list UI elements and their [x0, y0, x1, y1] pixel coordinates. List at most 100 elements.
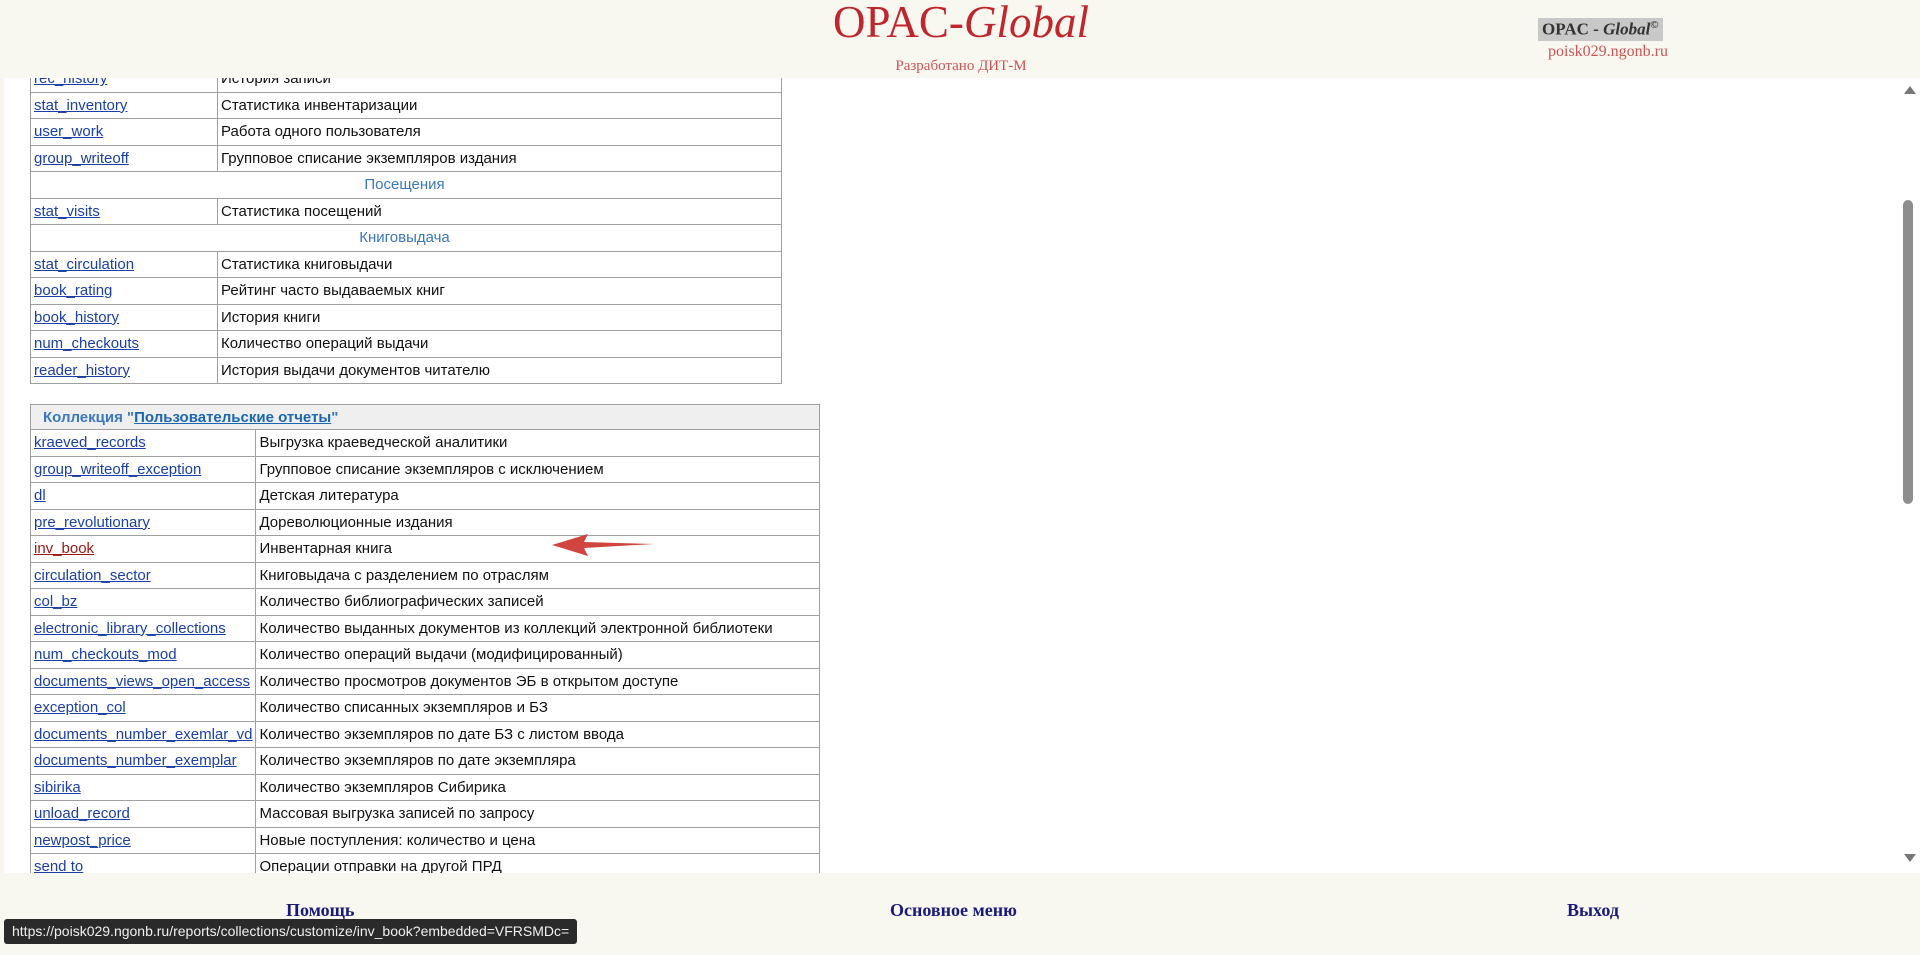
report-link[interactable]: documents_views_open_access [34, 673, 250, 690]
report-link[interactable]: rec_history [34, 78, 107, 87]
report-row: send to Операции отправки на другой ПРД [29, 853, 820, 873]
report-code-cell: newpost_price [29, 826, 257, 854]
report-link[interactable]: sibirika [34, 779, 81, 796]
reports-content: rec_history История записи stat_inventory С… [4, 78, 1900, 873]
report-code-cell: documents_number_exemplar [29, 747, 257, 775]
report-link[interactable]: num_checkouts [34, 335, 139, 352]
report-description: Выгрузка краеведческой аналитики [255, 429, 820, 457]
report-link[interactable]: dl [34, 487, 46, 504]
red-arrow-annotation [552, 534, 654, 556]
report-link[interactable]: pre_revolutionary [34, 514, 150, 531]
reports-table-custom: Коллекция "Пользовательские отчеты" krae… [29, 404, 820, 873]
report-code-cell: inv_book [29, 535, 257, 563]
report-row: documents_views_open_access Количество пр… [29, 667, 820, 695]
report-link[interactable]: kraeved_records [34, 434, 146, 451]
report-code-cell: stat_inventory [30, 91, 218, 119]
report-code-cell: pre_revolutionary [29, 508, 257, 536]
report-code-cell: book_history [30, 303, 218, 331]
report-description: Количество экземпляров по дате БЗ с лист… [255, 720, 820, 748]
report-description: Количество экземпляров Сибирика [255, 773, 820, 801]
report-row: documents_number_exemlar_vd Количество эк… [29, 720, 820, 748]
report-description: Количество операций выдачи (модифицирова… [255, 641, 820, 669]
report-link[interactable]: stat_visits [34, 203, 100, 220]
report-row: unload_record Массовая выгрузка записей п… [29, 800, 820, 828]
scroll-up-arrow-icon[interactable] [1904, 86, 1916, 94]
report-description: Статистика книговыдачи [217, 250, 782, 278]
report-row: group_writeoff_exception Групповое списан… [29, 455, 820, 483]
report-link[interactable]: exception_col [34, 699, 126, 716]
report-code-cell: group_writeoff [30, 144, 218, 172]
report-code-cell: user_work [30, 118, 218, 146]
report-link[interactable]: num_checkouts_mod [34, 646, 177, 663]
report-row: col_bz Количество библиографических запис… [29, 588, 820, 616]
report-row: inv_book Инвентарная книга [29, 535, 820, 563]
logo-subtitle: Разработано ДИТ-М [895, 58, 1027, 74]
scrollbar-thumb[interactable] [1903, 200, 1913, 504]
report-description: Работа одного пользователя [217, 118, 782, 146]
report-link[interactable]: circulation_sector [34, 567, 151, 584]
logo-main-text: OPAC- [833, 0, 964, 47]
report-code-cell: documents_number_exemlar_vd [29, 720, 257, 748]
section-title: Посещения [30, 171, 782, 199]
report-row: newpost_price Новые поступления: количест… [29, 826, 820, 854]
report-description: Инвентарная книга [255, 535, 820, 563]
report-code-cell: reader_history [30, 356, 218, 384]
opac-global-logo: OPAC-Global Разработано ДИТ-М [826, 0, 1096, 74]
report-description: История книги [217, 303, 782, 331]
report-code-cell: circulation_sector [29, 561, 257, 589]
header: OPAC-Global Разработано ДИТ-М OPAC - Glo… [0, 0, 1920, 78]
report-link[interactable]: book_history [34, 309, 119, 326]
report-code-cell: stat_visits [30, 197, 218, 225]
logo-italic-text: Global [963, 0, 1089, 47]
report-description: Количество выданных документов из коллек… [255, 614, 820, 642]
report-link[interactable]: group_writeoff_exception [34, 461, 201, 478]
collection-link[interactable]: Пользовательские отчеты [134, 409, 331, 426]
report-row: rec_history История записи [30, 78, 782, 93]
scroll-down-arrow-icon[interactable] [1904, 854, 1916, 862]
report-row: user_work Работа одного пользователя [30, 118, 782, 146]
report-description: Новые поступления: количество и цена [255, 826, 820, 854]
report-row: group_writeoff Групповое списание экземпл… [30, 144, 782, 172]
report-row: exception_col Количество списанных экземп… [29, 694, 820, 722]
report-link[interactable]: stat_inventory [34, 97, 127, 114]
main-menu-link[interactable]: Основное меню [890, 900, 1017, 921]
report-link[interactable]: user_work [34, 123, 103, 140]
report-code-cell: kraeved_records [29, 429, 257, 457]
report-link[interactable]: send to [34, 858, 83, 873]
report-link[interactable]: book_rating [34, 282, 112, 299]
report-link[interactable]: unload_record [34, 805, 130, 822]
report-row: kraeved_records Выгрузка краеведческой ан… [29, 429, 820, 457]
copyright-mark: © [1650, 19, 1659, 31]
report-row: sibirika Количество экземпляров Сибирика [29, 773, 820, 801]
report-code-cell: group_writeoff_exception [29, 455, 257, 483]
brand-italic: Global [1603, 19, 1651, 39]
report-description: Количество списанных экземпляров и БЗ [255, 694, 820, 722]
report-link[interactable]: inv_book [34, 540, 94, 557]
exit-link[interactable]: Выход [1567, 900, 1619, 921]
report-description: Книговыдача с разделением по отраслям [255, 561, 820, 589]
report-description: История выдачи документов читателю [217, 356, 782, 384]
report-description: Групповое списание экземпляров издания [217, 144, 782, 172]
report-description: Количество библиографических записей [255, 588, 820, 616]
report-description: Статистика инвентаризации [217, 91, 782, 119]
report-row: num_checkouts_mod Количество операций выд… [29, 641, 820, 669]
report-link[interactable]: group_writeoff [34, 150, 129, 167]
section-title: Книговыдача [30, 224, 782, 252]
report-link[interactable]: documents_number_exemplar [34, 752, 237, 769]
help-link[interactable]: Помощь [286, 900, 354, 921]
report-row: stat_visits Статистика посещений [30, 197, 782, 225]
report-description: Массовая выгрузка записей по запросу [255, 800, 820, 828]
report-description: Статистика посещений [217, 197, 782, 225]
report-link[interactable]: reader_history [34, 362, 130, 379]
collection-header-row: Коллекция "Пользовательские отчеты" [30, 404, 820, 430]
report-link[interactable]: stat_circulation [34, 256, 134, 273]
report-code-cell: book_rating [30, 277, 218, 305]
report-link[interactable]: electronic_library_collections [34, 620, 226, 637]
report-link[interactable]: newpost_price [34, 832, 131, 849]
report-description: Дореволюционные издания [255, 508, 820, 536]
vertical-scrollbar[interactable] [1900, 78, 1920, 873]
report-link[interactable]: documents_number_exemlar_vd [34, 726, 252, 743]
report-row: dl Детская литература [29, 482, 820, 510]
report-link[interactable]: col_bz [34, 593, 77, 610]
report-row: circulation_sector Книговыдача с разделен… [29, 561, 820, 589]
